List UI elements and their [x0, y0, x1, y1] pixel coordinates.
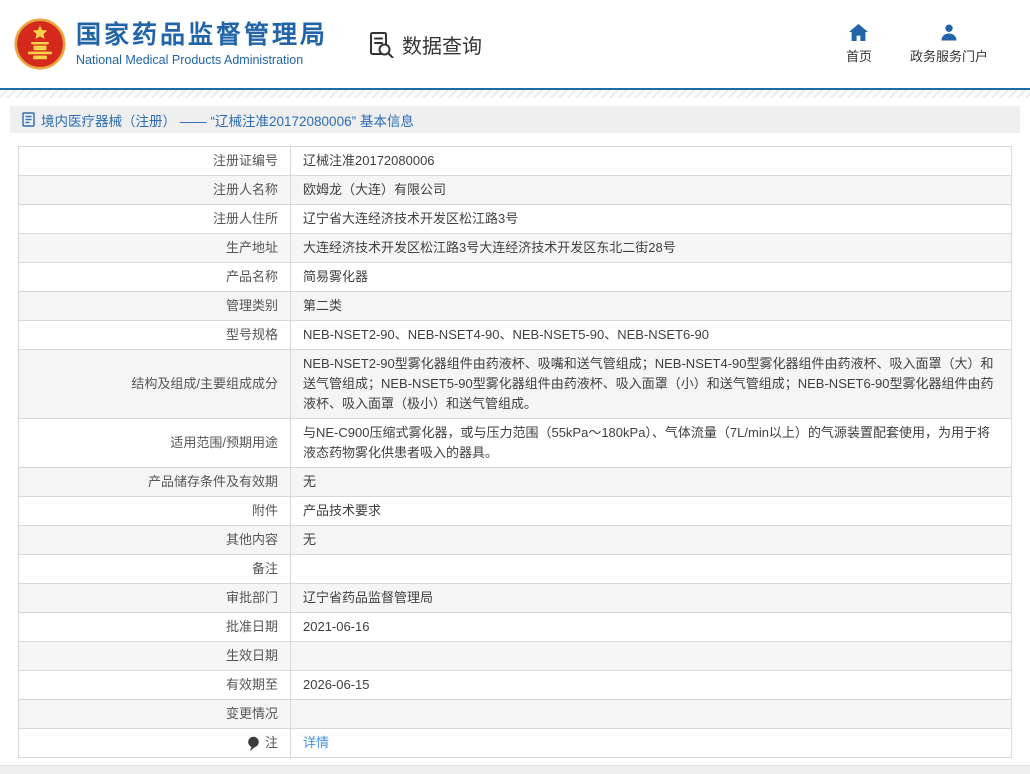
row-value: 第二类: [291, 292, 1012, 321]
row-value: 辽宁省大连经济技术开发区松江路3号: [291, 205, 1012, 234]
row-value: 产品技术要求: [291, 497, 1012, 526]
row-value: 欧姆龙（大连）有限公司: [291, 176, 1012, 205]
row-value: 简易雾化器: [291, 263, 1012, 292]
row-label: 适用范围/预期用途: [19, 419, 291, 468]
data-query-link[interactable]: 数据查询: [368, 30, 482, 59]
table-row: 生产地址 大连经济技术开发区松江路3号大连经济技术开发区东北二街28号: [19, 234, 1012, 263]
nav-item-portal-label: 政务服务门户: [910, 46, 988, 65]
table-row: 注 详情: [19, 729, 1012, 758]
national-emblem-icon: [14, 18, 66, 70]
site-header: 国家药品监督管理局 National Medical Products Admi…: [0, 0, 1030, 88]
table-row: 变更情况: [19, 700, 1012, 729]
row-value: 无: [291, 468, 1012, 497]
info-table-body: 注册证编号 辽械注准20172080006 注册人名称 欧姆龙（大连）有限公司 …: [19, 147, 1012, 758]
table-row: 生效日期: [19, 642, 1012, 671]
data-query-label: 数据查询: [402, 30, 482, 59]
row-value: [291, 555, 1012, 584]
table-row: 注册证编号 辽械注准20172080006: [19, 147, 1012, 176]
table-row: 管理类别 第二类: [19, 292, 1012, 321]
row-label: 注册证编号: [19, 147, 291, 176]
row-value: 详情: [291, 729, 1012, 758]
table-row: 产品名称 简易雾化器: [19, 263, 1012, 292]
row-value: 2021-06-16: [291, 613, 1012, 642]
row-label: 备注: [19, 555, 291, 584]
row-label: 批准日期: [19, 613, 291, 642]
table-row: 适用范围/预期用途 与NE-C900压缩式雾化器，或与压力范围（55kPa～18…: [19, 419, 1012, 468]
row-label: 生效日期: [19, 642, 291, 671]
row-label: 生产地址: [19, 234, 291, 263]
row-value: NEB-NSET2-90型雾化器组件由药液杯、吸嘴和送气管组成；NEB-NSET…: [291, 350, 1012, 419]
table-row: 审批部门 辽宁省药品监督管理局: [19, 584, 1012, 613]
table-row: 有效期至 2026-06-15: [19, 671, 1012, 700]
table-row: 备注: [19, 555, 1012, 584]
details-link[interactable]: 详情: [303, 735, 329, 750]
row-label: 有效期至: [19, 671, 291, 700]
nav-item-home[interactable]: 首页: [846, 24, 872, 65]
row-value: 辽宁省药品监督管理局: [291, 584, 1012, 613]
row-value: 大连经济技术开发区松江路3号大连经济技术开发区东北二街28号: [291, 234, 1012, 263]
row-label: 产品名称: [19, 263, 291, 292]
header-hatch-band: [0, 90, 1030, 98]
row-value: 辽械注准20172080006: [291, 147, 1012, 176]
row-value: [291, 642, 1012, 671]
table-row: 批准日期 2021-06-16: [19, 613, 1012, 642]
footer-strip: [0, 765, 1030, 774]
row-value: NEB-NSET2-90、NEB-NSET4-90、NEB-NSET5-90、N…: [291, 321, 1012, 350]
row-value: 无: [291, 526, 1012, 555]
table-row: 产品储存条件及有效期 无: [19, 468, 1012, 497]
note-label: 注: [265, 733, 278, 753]
row-label: 产品储存条件及有效期: [19, 468, 291, 497]
note-balloon-icon: [247, 736, 260, 751]
org-name-cn: 国家药品监督管理局: [76, 21, 328, 50]
table-row: 注册人住所 辽宁省大连经济技术开发区松江路3号: [19, 205, 1012, 234]
document-search-icon: [368, 31, 395, 58]
table-row: 型号规格 NEB-NSET2-90、NEB-NSET4-90、NEB-NSET5…: [19, 321, 1012, 350]
home-icon: [849, 24, 868, 41]
main-content: 境内医疗器械（注册） —— “辽械注准20172080006” 基本信息 注册证…: [0, 106, 1030, 758]
nav-item-home-label: 首页: [846, 46, 872, 65]
row-value: 2026-06-15: [291, 671, 1012, 700]
nmpa-logo[interactable]: 国家药品监督管理局 National Medical Products Admi…: [14, 18, 328, 70]
row-label: 注册人住所: [19, 205, 291, 234]
row-label: 注册人名称: [19, 176, 291, 205]
user-icon: [940, 24, 958, 41]
row-label: 变更情况: [19, 700, 291, 729]
row-label: 注: [19, 729, 291, 758]
row-label: 附件: [19, 497, 291, 526]
row-label: 审批部门: [19, 584, 291, 613]
row-label: 其他内容: [19, 526, 291, 555]
row-label: 管理类别: [19, 292, 291, 321]
row-value: 与NE-C900压缩式雾化器，或与压力范围（55kPa～180kPa）、气体流量…: [291, 419, 1012, 468]
table-row: 结构及组成/主要组成成分 NEB-NSET2-90型雾化器组件由药液杯、吸嘴和送…: [19, 350, 1012, 419]
top-nav: 首页 政务服务门户: [846, 24, 988, 65]
row-label: 型号规格: [19, 321, 291, 350]
registration-info-table: 注册证编号 辽械注准20172080006 注册人名称 欧姆龙（大连）有限公司 …: [18, 146, 1012, 758]
table-row: 附件 产品技术要求: [19, 497, 1012, 526]
org-name-en: National Medical Products Administration: [76, 53, 328, 67]
row-label: 结构及组成/主要组成成分: [19, 350, 291, 419]
table-row: 注册人名称 欧姆龙（大连）有限公司: [19, 176, 1012, 205]
breadcrumb: 境内医疗器械（注册） —— “辽械注准20172080006” 基本信息: [10, 106, 1020, 133]
org-name: 国家药品监督管理局 National Medical Products Admi…: [76, 21, 328, 67]
page-title: 境内医疗器械（注册） —— “辽械注准20172080006” 基本信息: [41, 110, 414, 130]
nav-item-portal[interactable]: 政务服务门户: [910, 24, 988, 65]
row-value: [291, 700, 1012, 729]
table-row: 其他内容 无: [19, 526, 1012, 555]
document-icon: [22, 112, 35, 127]
